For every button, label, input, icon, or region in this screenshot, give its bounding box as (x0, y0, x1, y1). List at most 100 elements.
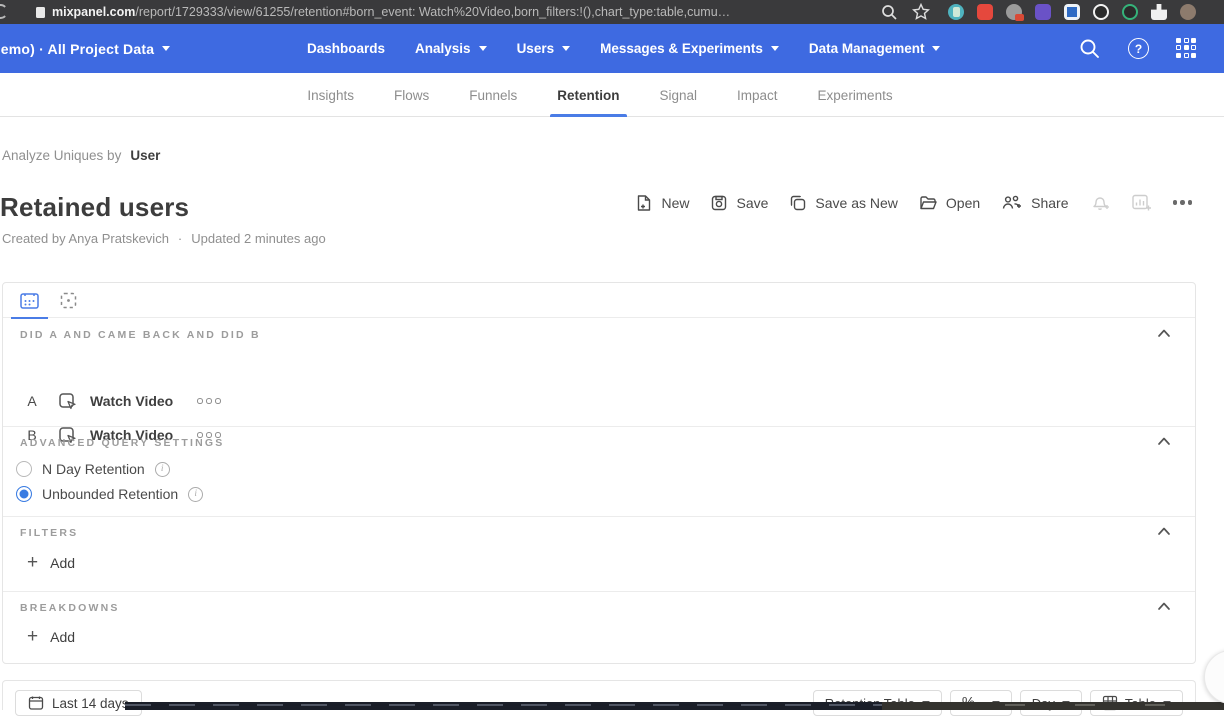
radio-unselected-icon (16, 461, 32, 477)
more-options-icon[interactable] (1173, 196, 1193, 209)
event-icon (57, 391, 78, 412)
tab-funnels[interactable]: Funnels (469, 73, 517, 117)
query-builder-panel: DID A AND CAME BACK AND DID B A Watch Vi… (2, 282, 1196, 664)
extension-icon[interactable] (1064, 4, 1080, 20)
analyze-label: Analyze Uniques by (2, 148, 121, 163)
tab-signal[interactable]: Signal (660, 73, 698, 117)
info-icon[interactable]: i (155, 462, 170, 477)
step-letter: A (25, 393, 39, 409)
chevron-down-icon (771, 46, 779, 51)
tab-insights[interactable]: Insights (307, 73, 354, 117)
new-button[interactable]: New (635, 194, 689, 212)
chevron-down-icon (932, 46, 940, 51)
url-path: /report/1729333/view/61255/retention#bor… (135, 5, 730, 19)
radio-selected-icon (16, 486, 32, 502)
url-domain: mixpanel.com (52, 5, 135, 19)
folder-open-icon (919, 194, 938, 212)
extension-icon[interactable] (1035, 4, 1051, 20)
extension-icon[interactable] (1093, 4, 1109, 20)
nav-item-data-management[interactable]: Data Management (809, 41, 941, 56)
chevron-down-icon (479, 46, 487, 51)
radio-unbounded-retention[interactable]: Unbounded Retention i (16, 483, 203, 505)
browser-extensions (948, 2, 1196, 22)
save-icon (710, 194, 728, 212)
breakdowns-section: BREAKDOWNS + Add (3, 591, 1195, 665)
search-icon[interactable] (1078, 37, 1101, 60)
tab-retention[interactable]: Retention (557, 73, 619, 117)
nav-item-analysis[interactable]: Analysis (415, 41, 487, 56)
radio-n-day-retention[interactable]: N Day Retention i (16, 458, 170, 480)
project-selector[interactable]: demo) · All Project Data (0, 24, 170, 73)
nav-item-messages-experiments[interactable]: Messages & Experiments (600, 41, 779, 56)
bookmark-star-icon[interactable] (912, 3, 930, 21)
notifications-bell-icon[interactable] (1090, 193, 1110, 212)
plus-icon: + (27, 627, 38, 647)
updated-text: Updated 2 minutes ago (191, 231, 325, 246)
chevron-down-icon (562, 46, 570, 51)
plus-icon: + (27, 553, 38, 573)
report-meta: Created by Anya Pratskevich · Updated 2 … (2, 231, 326, 246)
advanced-settings-section: ADVANCED QUERY SETTINGS N Day Retention … (3, 426, 1195, 516)
analyze-uniques-row: Analyze Uniques by User (2, 148, 160, 163)
add-to-board-icon[interactable] (1131, 193, 1152, 212)
apps-grid-icon[interactable] (1176, 38, 1198, 60)
save-as-new-button[interactable]: Save as New (789, 194, 897, 212)
dashed-frame-icon (59, 291, 78, 310)
filters-section: FILTERS + Add (3, 516, 1195, 591)
section-header: DID A AND CAME BACK AND DID B (20, 329, 261, 341)
chat-widget-button[interactable] (1204, 650, 1224, 704)
add-filter-button[interactable]: + Add (27, 551, 75, 575)
extension-icon[interactable] (948, 4, 964, 20)
app-top-nav: demo) · All Project Data Dashboards Anal… (0, 24, 1224, 73)
page-title: Retained users (0, 192, 189, 223)
panel-tabstrip (3, 283, 1195, 318)
query-builder-tab[interactable] (11, 283, 48, 318)
calendar-icon (28, 695, 44, 711)
collapse-chevron-icon[interactable] (1155, 525, 1173, 537)
tab-flows[interactable]: Flows (394, 73, 429, 117)
clipped-table-strip (882, 702, 1224, 710)
browser-address-bar: mixpanel.com/report/1729333/view/61255/r… (0, 0, 1224, 24)
date-range-label: Last 14 days (52, 696, 129, 711)
meta-separator: · (178, 231, 182, 246)
collapse-chevron-icon[interactable] (1155, 600, 1173, 612)
select-region-tab[interactable] (53, 283, 83, 318)
extension-icon[interactable] (1006, 4, 1022, 20)
date-range-button[interactable]: Last 14 days (15, 690, 142, 716)
new-document-icon (635, 194, 653, 212)
save-button[interactable]: Save (710, 194, 768, 212)
open-button[interactable]: Open (919, 194, 980, 212)
nav-item-dashboards[interactable]: Dashboards (307, 41, 385, 56)
clipped-table-strip (125, 702, 882, 710)
collapse-chevron-icon[interactable] (1155, 435, 1173, 447)
created-by-text: Created by Anya Pratskevich (2, 231, 169, 246)
tab-impact[interactable]: Impact (737, 73, 778, 117)
share-button[interactable]: Share (1001, 194, 1068, 212)
step-more-options-icon[interactable] (197, 398, 221, 404)
add-breakdown-button[interactable]: + Add (27, 625, 75, 649)
report-type-tabs: Insights Flows Funnels Retention Signal … (0, 73, 1224, 117)
step-event-name[interactable]: Watch Video (90, 393, 173, 409)
report-toolbar: New Save Save as New Open Share (635, 193, 1192, 212)
nav-menu: Dashboards Analysis Users Messages & Exp… (307, 24, 940, 73)
analyze-entity-dropdown[interactable]: User (130, 148, 160, 163)
extension-icon[interactable] (977, 4, 993, 20)
extensions-puzzle-icon[interactable] (1151, 4, 1167, 20)
help-icon[interactable]: ? (1128, 38, 1149, 59)
collapse-chevron-icon[interactable] (1155, 327, 1173, 339)
tab-experiments[interactable]: Experiments (818, 73, 893, 117)
info-icon[interactable]: i (188, 487, 203, 502)
browser-profile-avatar[interactable] (1180, 4, 1196, 20)
share-users-icon (1001, 194, 1023, 212)
steps-section: DID A AND CAME BACK AND DID B A Watch Vi… (3, 318, 1195, 426)
nav-item-users[interactable]: Users (517, 41, 571, 56)
reload-icon[interactable] (0, 4, 8, 19)
duplicate-icon (789, 194, 807, 212)
section-header: ADVANCED QUERY SETTINGS (20, 437, 224, 449)
search-icon[interactable] (880, 3, 898, 21)
site-security-icon[interactable] (36, 7, 45, 18)
nav-utilities: ? (1078, 24, 1198, 73)
extension-icon[interactable] (1122, 4, 1138, 20)
step-row-a: A Watch Video (25, 388, 221, 414)
url-field[interactable]: mixpanel.com/report/1729333/view/61255/r… (52, 0, 730, 24)
